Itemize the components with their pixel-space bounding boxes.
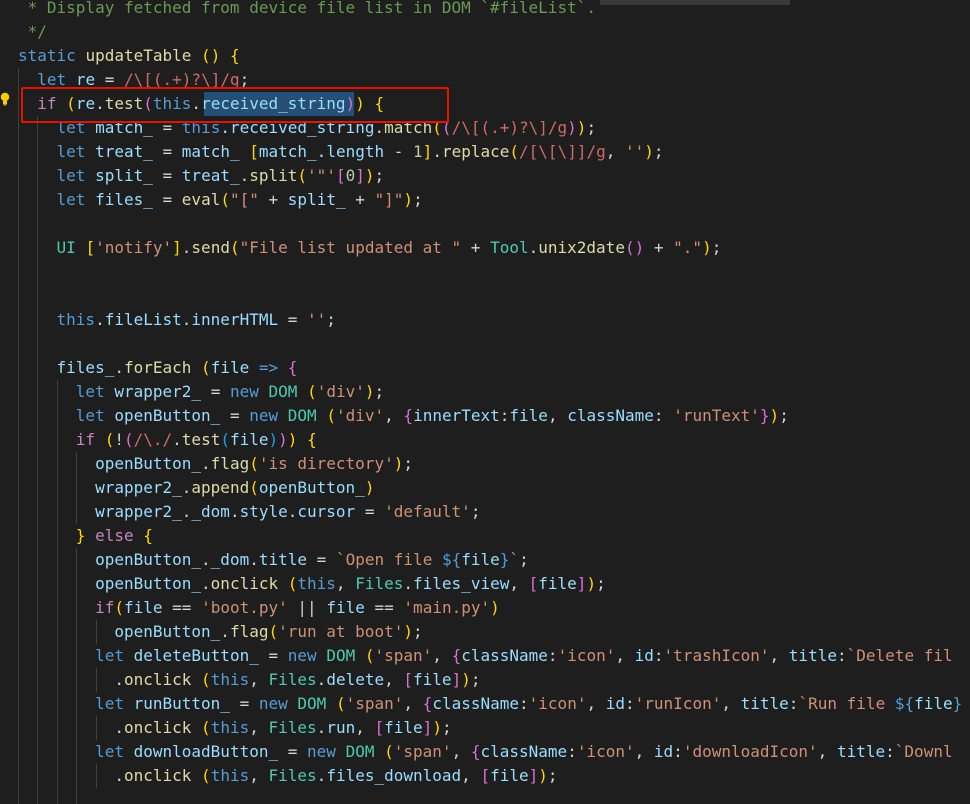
code-line[interactable]: let split_ = treat_.split('"'[0]); — [18, 164, 385, 188]
code-line[interactable]: let openButton_ = new DOM ('div', {inner… — [18, 404, 789, 428]
code-line[interactable]: let wrapper2_ = new DOM ('div'); — [18, 380, 384, 404]
code-line[interactable]: .onclick (this, Files.run, [file]); — [18, 716, 451, 740]
code-line[interactable]: UI ['notify'].send("File list updated at… — [18, 236, 722, 260]
code-line[interactable]: if(file == 'boot.py' || file == 'main.py… — [18, 596, 500, 620]
code-line[interactable]: openButton_.flag('run at boot'); — [18, 620, 422, 644]
code-line[interactable]: let deleteButton_ = new DOM ('span', {cl… — [18, 644, 953, 668]
code-line[interactable]: } else { — [18, 524, 153, 548]
code-line[interactable]: let treat_ = match_ [match_.length - 1].… — [18, 140, 664, 164]
code-line[interactable]: * Display fetched from device file list … — [18, 0, 596, 20]
code-line[interactable]: let runButton_ = new DOM ('span', {class… — [18, 692, 962, 716]
code-line[interactable]: if (!(/\./.test(file))) { — [18, 428, 317, 452]
code-line[interactable]: this.fileList.innerHTML = ''; — [18, 308, 336, 332]
code-line[interactable]: wrapper2_.append(openButton_) — [18, 476, 374, 500]
code-line[interactable]: files_.forEach (file => { — [18, 356, 298, 380]
horizontal-scrollbar-thumb[interactable] — [600, 0, 790, 5]
code-line[interactable]: wrapper2_._dom.style.cursor = 'default'; — [18, 500, 480, 524]
code-line[interactable]: .onclick (this, Files.files_download, [f… — [18, 764, 557, 788]
code-line[interactable]: .onclick (this, Files.delete, [file]); — [18, 668, 480, 692]
code-line[interactable]: let files_ = eval("[" + split_ + "]"); — [18, 188, 423, 212]
highlight-annotation-box — [21, 87, 449, 123]
code-line[interactable]: openButton_.onclick (this, Files.files_v… — [18, 572, 606, 596]
code-line[interactable]: let downloadButton_ = new DOM ('span', {… — [18, 740, 953, 764]
code-line[interactable]: openButton_.flag('is directory'); — [18, 452, 413, 476]
code-line[interactable]: static updateTable () { — [18, 44, 240, 68]
code-editor[interactable]: * Display fetched from device file list … — [0, 0, 970, 804]
code-line[interactable]: */ — [18, 20, 47, 44]
lightbulb-icon[interactable] — [0, 92, 10, 106]
code-line[interactable]: openButton_._dom.title = `Open file ${fi… — [18, 548, 529, 572]
